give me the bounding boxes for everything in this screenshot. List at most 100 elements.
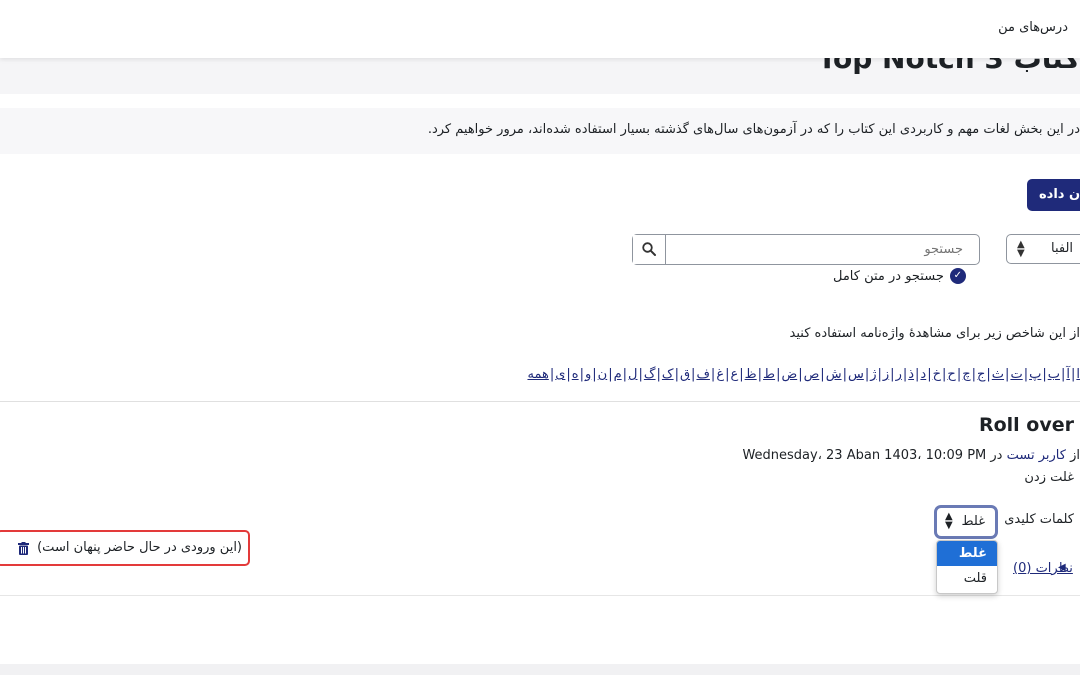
- sort-select[interactable]: الفبا ▲ ▼: [1006, 234, 1080, 264]
- alphabet-separator: |: [927, 367, 932, 382]
- entry-author-link[interactable]: کاربر تست: [1007, 448, 1066, 463]
- alphabet-separator: |: [971, 367, 976, 382]
- alphabet-separator: |: [725, 367, 730, 382]
- alphabet-letter-link[interactable]: چ: [962, 367, 970, 382]
- alphabet-letter-link[interactable]: ع: [730, 367, 738, 382]
- search-box: [632, 234, 980, 265]
- fulltext-label: جستجو در متن کامل: [833, 268, 944, 284]
- page-header: Top Notch 3 کتاب: [0, 58, 1080, 94]
- search-icon: [642, 242, 656, 256]
- entry-date-prefix: در: [990, 448, 1003, 463]
- alphabet-separator: |: [890, 367, 895, 382]
- fulltext-checkbox[interactable]: ✓: [949, 268, 966, 284]
- alphabet-separator: |: [986, 367, 991, 382]
- alphabet-separator: |: [942, 367, 947, 382]
- alphabet-letter-link[interactable]: ض: [781, 367, 797, 382]
- alphabet-letter-link[interactable]: آ: [1066, 367, 1070, 382]
- alphabet-separator: |: [902, 367, 908, 382]
- alphabet-letter-link[interactable]: ط: [763, 367, 775, 382]
- alphabet-letter-link[interactable]: ی: [555, 367, 565, 382]
- alphabet-separator: |: [757, 367, 763, 382]
- alphabet-letter-link[interactable]: ص: [804, 367, 820, 382]
- trash-icon[interactable]: [18, 542, 29, 555]
- alphabet-letter-link[interactable]: ک: [662, 367, 674, 382]
- divider: [0, 595, 1080, 596]
- alphabet-letter-link[interactable]: ژ: [870, 367, 876, 382]
- alphabet-letter-link[interactable]: گ: [644, 367, 656, 382]
- add-entry-button[interactable]: افزودن داده: [1027, 179, 1080, 211]
- alphabet-letter-link[interactable]: ق: [680, 367, 690, 382]
- alphabet-separator: |: [691, 367, 696, 382]
- nav-my-courses-link[interactable]: درس‌های من: [998, 20, 1068, 35]
- alphabet-letter-link[interactable]: ز: [883, 367, 889, 382]
- hidden-entry-notice: (این ورودی در حال حاضر پنهان است): [0, 530, 250, 566]
- alphabet-letter-link[interactable]: ل: [628, 367, 637, 382]
- alphabet-separator: |: [739, 367, 744, 382]
- intro-box: در این بخش لغات مهم و کاربردی این کتاب ر…: [0, 108, 1080, 154]
- alphabet-letter-link[interactable]: د: [920, 367, 926, 382]
- alphabet-letter-link[interactable]: خ: [933, 367, 941, 382]
- alphabet-letter-link[interactable]: و: [585, 367, 591, 382]
- alphabet-letter-link[interactable]: همه: [527, 367, 548, 382]
- divider: [0, 401, 1080, 402]
- page-title: Top Notch 3 کتاب: [817, 58, 1080, 75]
- keywords-dropdown: غلط قلت: [936, 540, 998, 594]
- comments-link[interactable]: نظرات (0): [1013, 561, 1073, 576]
- keywords-select-value: غلط: [961, 514, 985, 529]
- alphabet-separator: |: [776, 367, 781, 382]
- hidden-notice-text: (این ورودی در حال حاضر پنهان است): [37, 540, 242, 555]
- top-navbar: درس‌های من: [0, 0, 1080, 58]
- browse-instructions: از این شاخص زیر برای مشاهدهٔ واژه‌نامه ا…: [789, 326, 1080, 341]
- search-button[interactable]: [633, 235, 666, 264]
- keywords-select[interactable]: غلط ▲ ▼: [934, 505, 998, 539]
- alphabet-separator: |: [622, 367, 628, 382]
- alphabet-letter-link[interactable]: ش: [826, 367, 842, 382]
- alphabet-separator: |: [566, 367, 571, 382]
- updown-arrows-icon: ▲ ▼: [1017, 239, 1025, 259]
- alphabet-letter-link[interactable]: ظ: [745, 367, 757, 382]
- alphabet-separator: |: [674, 367, 679, 382]
- alphabet-separator: |: [877, 367, 882, 382]
- entry-title: Roll over: [978, 414, 1074, 436]
- alphabet-separator: |: [710, 367, 716, 382]
- alphabet-separator: |: [638, 367, 643, 382]
- alphabet-separator: |: [592, 367, 597, 382]
- alphabet-letter-link[interactable]: ر: [896, 367, 902, 382]
- keyword-option[interactable]: قلت: [937, 566, 997, 591]
- alphabet-separator: |: [656, 367, 661, 382]
- entry-definition: غلت زدن: [1024, 470, 1074, 485]
- alphabet-separator: |: [820, 367, 825, 382]
- alphabet-letter-link[interactable]: پ: [1029, 367, 1041, 382]
- alphabet-separator: |: [549, 367, 555, 382]
- alphabet-separator: |: [1023, 367, 1029, 382]
- alphabet-letter-link[interactable]: غ: [716, 367, 724, 382]
- entry-meta: از کاربر تست در Wednesday، 23 Aban 1403،…: [742, 448, 1080, 463]
- alphabet-letter-link[interactable]: س: [848, 367, 864, 382]
- alphabet-letter-link[interactable]: ذ: [908, 367, 914, 382]
- footer-band: [0, 664, 1080, 675]
- alphabet-separator: |: [864, 367, 870, 382]
- alphabet-separator: |: [842, 367, 847, 382]
- entry-date: Wednesday، 23 Aban 1403، 10:09 PM: [742, 448, 987, 463]
- alphabet-letter-link[interactable]: ا: [1076, 367, 1080, 382]
- alphabet-letter-link[interactable]: ن: [598, 367, 608, 382]
- alphabet-letter-link[interactable]: ب: [1048, 367, 1060, 382]
- alphabet-letter-link[interactable]: ف: [696, 367, 709, 382]
- alphabet-letter-link[interactable]: ج: [977, 367, 985, 382]
- sort-select-value: الفبا: [1051, 241, 1074, 256]
- entry-author-prefix: از: [1070, 448, 1080, 463]
- alphabet-letter-link[interactable]: ح: [947, 367, 955, 382]
- alphabet-letter-link[interactable]: م: [614, 367, 622, 382]
- alphabet-separator: |: [1005, 367, 1010, 382]
- alphabet-letter-link[interactable]: ت: [1010, 367, 1022, 382]
- alphabet-separator: |: [798, 367, 803, 382]
- search-input[interactable]: [666, 235, 971, 264]
- keyword-option[interactable]: غلط: [937, 541, 997, 566]
- alphabet-separator: |: [1042, 367, 1047, 382]
- fulltext-option[interactable]: ✓ جستجو در متن کامل: [833, 265, 966, 287]
- updown-arrows-icon: ▲ ▼: [945, 511, 953, 531]
- alphabet-separator: |: [579, 367, 584, 382]
- alphabet-letter-link[interactable]: ث: [992, 367, 1004, 382]
- alphabet-index: ا|آ|ب|پ|ت|ث|ج|چ|ح|خ|د|ذ|ر|ز|ژ|س|ش|ص|ض|ط|…: [527, 367, 1080, 382]
- alphabet-letter-link[interactable]: ه: [572, 367, 579, 382]
